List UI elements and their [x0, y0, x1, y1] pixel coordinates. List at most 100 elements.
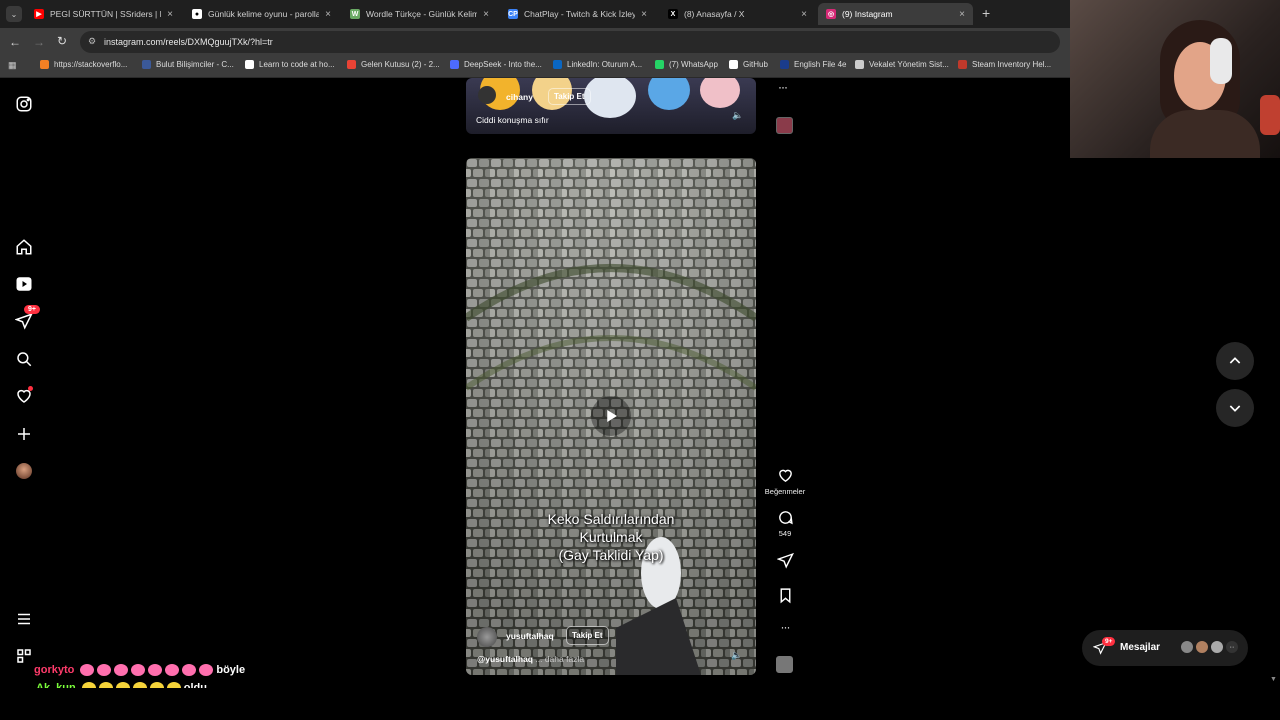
- tab-favicon-icon: CP: [508, 9, 518, 19]
- chat-username: gorkyto: [34, 664, 75, 676]
- site-info-icon[interactable]: ⚙: [88, 36, 96, 47]
- browser-tab[interactable]: ◎ (9) Instagram ×: [818, 3, 973, 25]
- bookmark-item[interactable]: https://stackoverflo...: [40, 60, 127, 69]
- bookmark-label: (7) WhatsApp: [669, 60, 718, 69]
- create-plus-icon[interactable]: [14, 424, 34, 444]
- reel-top-caption: Ciddi konuşma sıfır: [476, 115, 549, 125]
- reel-caption-more[interactable]: ... daha fazla: [535, 654, 584, 664]
- browser-tab[interactable]: W Wordle Türkçe - Günlük Kelime ×: [342, 3, 497, 25]
- home-icon[interactable]: [14, 237, 34, 257]
- url-text: instagram.com/reels/DXMQguujTXk/?hl=tr: [104, 37, 273, 47]
- reel-caption-handle[interactable]: @yusuftalhaq: [477, 654, 533, 664]
- reel-top-follow-button[interactable]: Takip Et: [548, 88, 591, 105]
- menu-icon[interactable]: [14, 609, 34, 629]
- share-button[interactable]: [772, 552, 798, 572]
- reels-icon[interactable]: [14, 274, 34, 294]
- browser-tab[interactable]: X (8) Anasayfa / X ×: [660, 3, 815, 25]
- comments-count: 549: [778, 529, 792, 538]
- close-tab-icon[interactable]: ×: [325, 9, 331, 20]
- bookmark-label: Learn to code at ho...: [259, 60, 335, 69]
- back-icon[interactable]: ←: [9, 35, 21, 49]
- bookmark-favicon-icon: [729, 60, 738, 69]
- next-reel-button[interactable]: [1216, 389, 1254, 427]
- reel-top-audio-thumbnail[interactable]: [776, 117, 793, 134]
- bookmark-label: Vekalet Yönetim Sist...: [869, 60, 949, 69]
- reel-author-username[interactable]: yusuftalhaq: [506, 631, 554, 641]
- comment-button[interactable]: 549: [772, 509, 798, 538]
- scroll-down-arrow[interactable]: ▼: [1270, 676, 1277, 683]
- reel-top-volume-icon[interactable]: 🔈: [732, 110, 743, 121]
- tab-search-button[interactable]: ⌄: [6, 6, 22, 22]
- previous-reel-button[interactable]: [1216, 342, 1254, 380]
- direct-messages-icon[interactable]: 9+: [14, 305, 40, 331]
- reel-volume-icon[interactable]: 🔈: [731, 650, 742, 661]
- messages-badge: 9+: [1102, 637, 1116, 646]
- bookmark-label: Bulut Bilişimciler - C...: [156, 60, 234, 69]
- new-tab-button[interactable]: +: [982, 5, 990, 21]
- bookmark-label: DeepSeek - Into the...: [464, 60, 542, 69]
- tab-title: Wordle Türkçe - Günlük Kelime: [366, 9, 478, 19]
- overlay-line-1: Keko Saldırılarından: [547, 511, 675, 527]
- chat-text: böyle: [216, 664, 246, 676]
- more-options-icon[interactable]: ···: [772, 620, 798, 634]
- bookmark-item[interactable]: Bulut Bilişimciler - C...: [142, 60, 234, 69]
- save-button[interactable]: [772, 587, 798, 607]
- profile-avatar[interactable]: [14, 461, 34, 481]
- close-tab-icon[interactable]: ×: [641, 9, 647, 20]
- close-tab-icon[interactable]: ×: [483, 9, 489, 20]
- tab-title: (9) Instagram: [842, 9, 893, 19]
- reel-top-username[interactable]: cihany: [506, 92, 533, 102]
- bookmark-favicon-icon: [553, 60, 562, 69]
- close-tab-icon[interactable]: ×: [959, 9, 965, 20]
- overlay-line-2: Kurtulmak: [579, 529, 643, 545]
- like-button[interactable]: Beğenmeler: [765, 467, 805, 496]
- reel-author-avatar[interactable]: [477, 627, 497, 647]
- browser-tab[interactable]: CP ChatPlay - Twitch & Kick İzleyici ×: [500, 3, 655, 25]
- tab-favicon-icon: X: [668, 9, 678, 19]
- reel-overlay-text: Keko Saldırılarından Kurtulmak (Gay Takl…: [466, 510, 756, 564]
- audio-thumbnail[interactable]: [776, 656, 793, 673]
- notification-dot: [28, 386, 33, 391]
- tab-title: ChatPlay - Twitch & Kick İzleyici: [524, 9, 636, 19]
- play-icon[interactable]: [591, 396, 631, 436]
- previous-reel[interactable]: cihany Takip Et Ciddi konuşma sıfır 🔈: [466, 78, 756, 134]
- chevron-down-icon: [1229, 405, 1241, 412]
- url-field[interactable]: ⚙ instagram.com/reels/DXMQguujTXk/?hl=tr: [80, 31, 1060, 53]
- heart-icon: [778, 469, 792, 483]
- tab-favicon-icon: ●: [192, 9, 202, 19]
- bookmark-item[interactable]: Learn to code at ho...: [245, 60, 335, 69]
- bookmark-item[interactable]: Vekalet Yönetim Sist...: [855, 60, 949, 69]
- bookmark-label: GitHub: [743, 60, 768, 69]
- messages-button[interactable]: 9+ Mesajlar ··: [1082, 630, 1248, 666]
- notifications-heart-icon[interactable]: [14, 386, 34, 406]
- instagram-logo-icon[interactable]: [14, 94, 34, 114]
- browser-tab[interactable]: ● Günlük kelime oyunu - parolla ×: [184, 3, 339, 25]
- chat-emote-icon: [182, 664, 197, 676]
- reel-top-avatar[interactable]: [478, 86, 496, 104]
- bookmark-item[interactable]: (7) WhatsApp: [655, 60, 718, 69]
- current-reel[interactable]: Keko Saldırılarından Kurtulmak (Gay Takl…: [466, 158, 756, 675]
- bookmark-item[interactable]: GitHub: [729, 60, 768, 69]
- bookmark-favicon-icon: [142, 60, 151, 69]
- bookmark-item[interactable]: English File 4e: [780, 60, 846, 69]
- bookmark-item[interactable]: Steam Inventory Hel...: [958, 60, 1051, 69]
- apps-icon[interactable]: ▦: [8, 60, 17, 71]
- chat-emote-icon: [80, 664, 95, 676]
- tab-favicon-icon: ▶: [34, 9, 44, 19]
- browser-tab[interactable]: ▶ PEGİ SÜRTTÜN | SSriders | Moto ×: [26, 3, 181, 25]
- reel-follow-button[interactable]: Takip Et: [566, 626, 609, 645]
- bookmark-favicon-icon: [245, 60, 254, 69]
- reload-icon[interactable]: ↻: [57, 34, 67, 48]
- search-icon[interactable]: [14, 349, 34, 369]
- close-tab-icon[interactable]: ×: [801, 9, 807, 20]
- bookmarks-bar: ▦ https://stackoverflo... Bulut Bilişimci…: [0, 56, 1070, 78]
- bookmark-item[interactable]: LinkedIn: Oturum A...: [553, 60, 642, 69]
- bottom-area: [0, 688, 1280, 720]
- close-tab-icon[interactable]: ×: [167, 9, 173, 20]
- forward-icon[interactable]: →: [33, 35, 45, 49]
- reel-top-more-icon[interactable]: ···: [778, 80, 788, 94]
- bookmark-favicon-icon: [40, 60, 49, 69]
- sidebar: 9+: [0, 78, 48, 688]
- bookmark-item[interactable]: DeepSeek - Into the...: [450, 60, 542, 69]
- bookmark-item[interactable]: Gelen Kutusu (2) - 2...: [347, 60, 440, 69]
